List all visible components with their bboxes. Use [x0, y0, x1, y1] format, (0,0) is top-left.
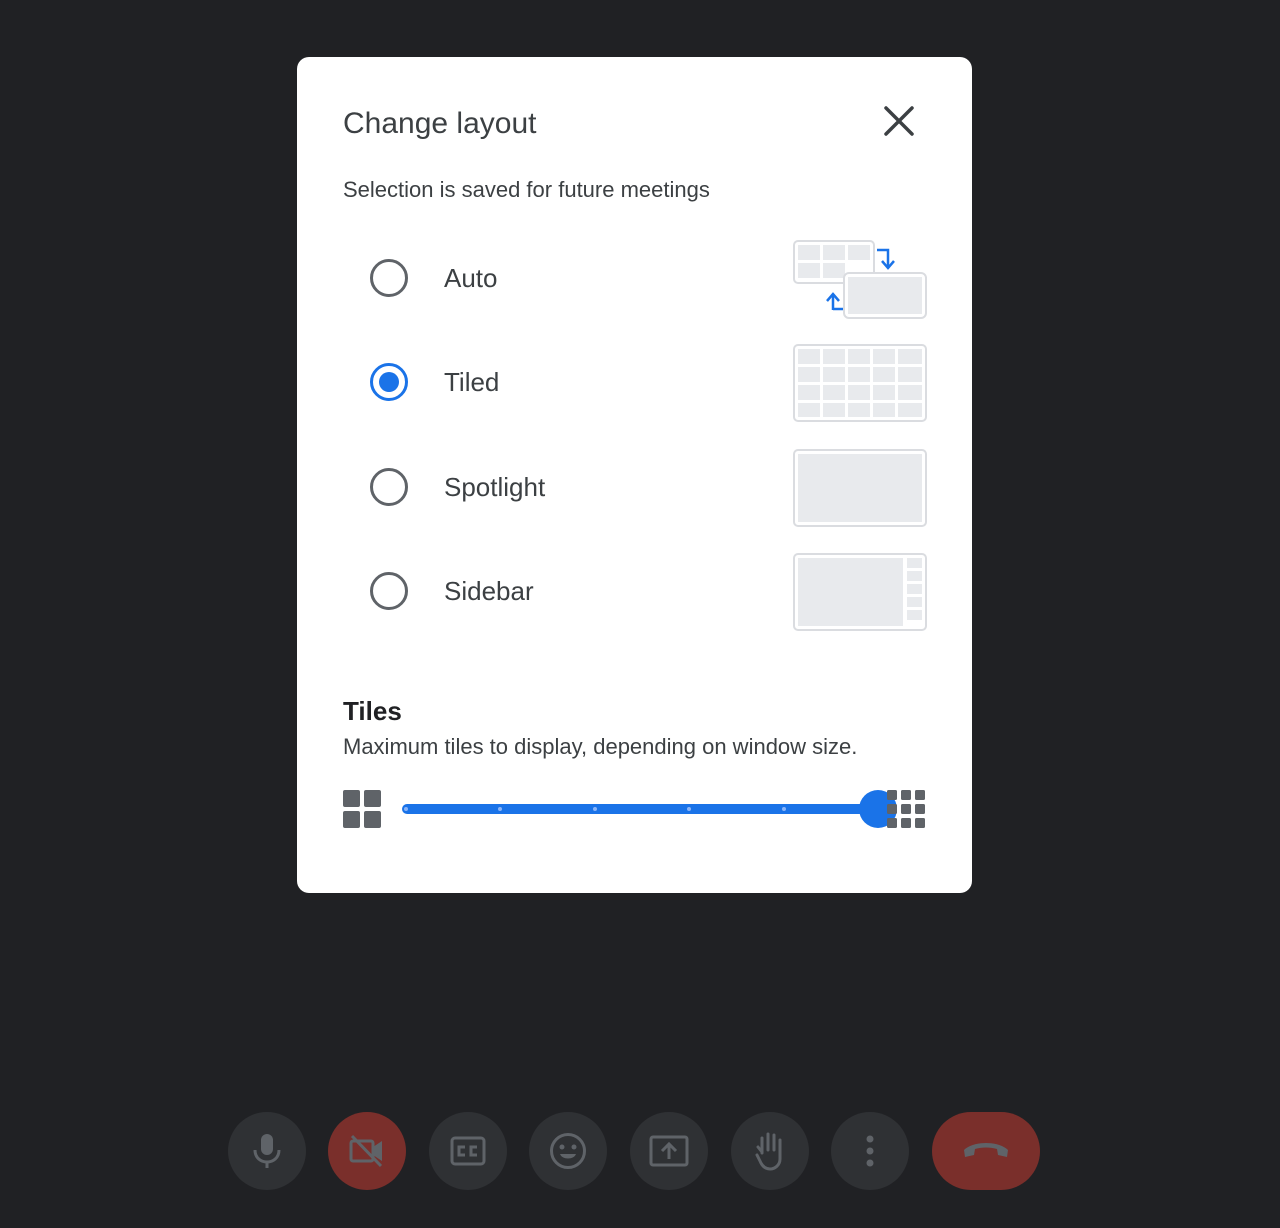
tiles-heading: Tiles [343, 696, 402, 726]
slider-track [402, 804, 882, 814]
option-label-auto: Auto [444, 263, 498, 293]
tiles-slider[interactable] [402, 789, 897, 829]
radio-sidebar[interactable] [370, 572, 408, 610]
layout-option-sidebar[interactable]: Sidebar [343, 543, 933, 639]
radio-spotlight[interactable] [370, 468, 408, 506]
leave-call-button[interactable] [932, 1112, 1040, 1190]
layout-option-spotlight[interactable]: Spotlight [343, 439, 933, 535]
layout-option-auto[interactable]: Auto [343, 230, 933, 326]
microphone-button[interactable] [228, 1112, 306, 1190]
slider-tick-mark [592, 807, 597, 811]
radio-auto[interactable] [370, 259, 408, 297]
captions-icon [450, 1136, 486, 1166]
leave-call-icon [964, 1143, 1008, 1157]
more-options-button[interactable] [831, 1112, 909, 1190]
radio-tiled[interactable] [370, 363, 408, 401]
present-button[interactable] [630, 1112, 708, 1190]
close-icon [884, 106, 914, 136]
slider-tick-mark [781, 807, 786, 811]
grid-large-icon [887, 790, 925, 828]
sidebar-layout-preview-icon [793, 553, 927, 631]
close-button[interactable] [877, 99, 921, 143]
layout-option-tiled[interactable]: Tiled [343, 334, 933, 430]
emoji-icon [550, 1133, 586, 1169]
tiles-description: Maximum tiles to display, depending on w… [343, 734, 858, 759]
camera-toggle-button[interactable] [328, 1112, 406, 1190]
option-label-tiled: Tiled [444, 367, 500, 397]
change-layout-dialog: Change layout Selection is saved for fut… [297, 57, 972, 893]
dialog-subtitle: Selection is saved for future meetings [343, 177, 710, 202]
option-label-spotlight: Spotlight [444, 472, 546, 502]
reactions-button[interactable] [529, 1112, 607, 1190]
auto-layout-preview-icon [793, 240, 927, 319]
present-screen-icon [649, 1135, 689, 1167]
option-label-sidebar: Sidebar [444, 576, 534, 606]
raise-hand-button[interactable] [731, 1112, 809, 1190]
dialog-title: Change layout [343, 107, 537, 140]
tiled-layout-preview-icon [793, 344, 927, 422]
raise-hand-icon [755, 1132, 782, 1171]
captions-button[interactable] [429, 1112, 507, 1190]
spotlight-layout-preview-icon [793, 449, 927, 527]
mic-icon [253, 1134, 281, 1168]
slider-tick-mark [404, 807, 408, 811]
grid-small-icon [343, 790, 381, 828]
more-options-icon [866, 1135, 874, 1167]
camera-off-icon [349, 1134, 383, 1168]
